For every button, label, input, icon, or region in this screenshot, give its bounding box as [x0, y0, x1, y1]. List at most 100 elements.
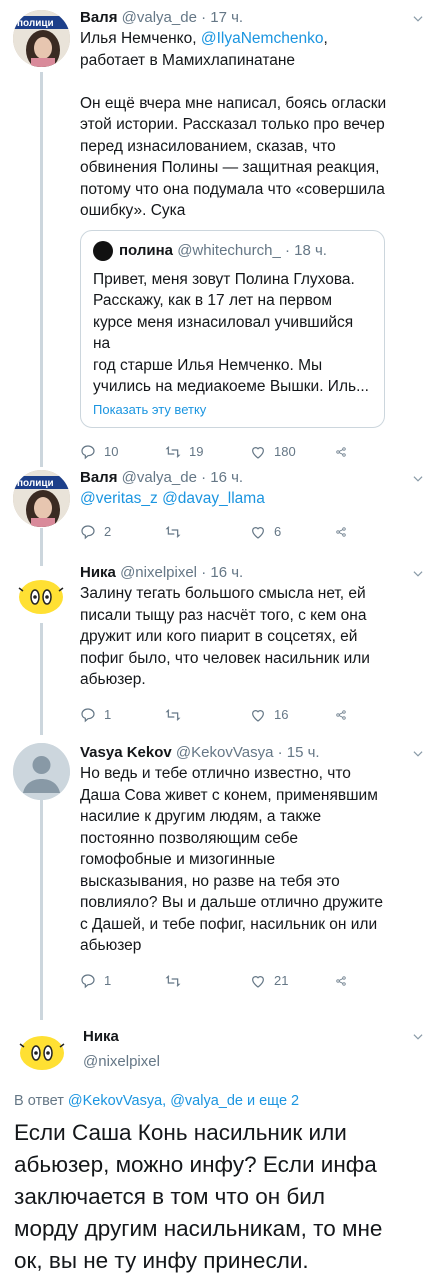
like-count: 6 [274, 524, 282, 539]
text-segment: потому что она подумала что «совершила [80, 180, 385, 198]
main-tweet-author[interactable]: Ника @nixelpixel [83, 1028, 160, 1070]
heart-icon [252, 446, 264, 459]
reply-button[interactable]: 10 [80, 444, 165, 460]
quote-timestamp: 18 ч. [294, 242, 327, 259]
author-handle[interactable]: @nixelpixel [83, 1053, 160, 1070]
text-line: повлияло? Вы и дальше отлично дружите [80, 894, 383, 911]
chevron-down-icon[interactable] [411, 1030, 425, 1044]
text-line: гомофобные и мизогинные [80, 851, 276, 868]
reply-to-mentions[interactable]: @KekovVasya, @valya_de и еще 2 [68, 1093, 299, 1109]
text-line: ок, вы не ту инфу принесли. [14, 1248, 309, 1273]
avatar[interactable] [14, 1022, 71, 1079]
share-icon [336, 526, 346, 537]
tweet-actions: 1 21 [80, 971, 383, 991]
retweet-icon [165, 708, 181, 721]
retweet-count: 19 [189, 444, 204, 459]
author-name[interactable]: Vasya Kekov [80, 744, 172, 761]
tweet[interactable]: Vasya Kekov @KekovVasya · 15 ч. Но ведь … [0, 743, 423, 991]
timestamp[interactable]: 16 ч. [210, 564, 243, 581]
text-segment: Илья Немченко, [80, 30, 201, 47]
retweet-button[interactable]: 19 [165, 444, 250, 460]
author-handle[interactable]: @nixelpixel [120, 564, 197, 581]
tweet-text: Илья Немченко, @IlyaNemchenko, работает в… [80, 28, 386, 222]
text-line: морду другим насильникам, то мне [14, 1216, 383, 1241]
text-line: абьюзер [80, 937, 142, 954]
like-button[interactable]: 6 [250, 524, 335, 540]
mention-link[interactable]: @IlyaNemchenko [201, 30, 324, 47]
like-count: 16 [274, 707, 289, 722]
text-line: перед изнасилованием, сказав, что [80, 136, 386, 158]
tweet-actions: 10 19 180 [80, 442, 386, 462]
share-icon [336, 446, 346, 457]
tweet-mentions[interactable]: @veritas_z @davay_llama [80, 488, 355, 510]
text-segment: Он ещё вчера мне написал, боясь огласки [80, 94, 387, 112]
tweet-actions: 1 16 [80, 705, 370, 725]
timestamp[interactable]: 15 ч. [287, 744, 320, 761]
chevron-down-icon[interactable] [411, 472, 425, 486]
quote-text: Привет, меня зовут Полина Глухова. Расск… [93, 269, 372, 398]
chevron-down-icon[interactable] [411, 12, 425, 26]
tweet-header: Vasya Kekov @KekovVasya · 15 ч. [80, 744, 320, 761]
reply-button[interactable]: 1 [80, 707, 165, 723]
tweet-header: Валя @valya_de · 17 ч. [80, 9, 244, 26]
show-thread-link[interactable]: Показать эту ветку [93, 402, 372, 417]
author-handle[interactable]: @valya_de [122, 469, 197, 486]
chevron-down-icon[interactable] [411, 567, 425, 581]
chevron-down-icon[interactable] [411, 747, 425, 761]
share-icon [336, 975, 346, 986]
quote-avatar [93, 240, 113, 261]
author-handle[interactable]: @KekovVasya [176, 744, 274, 761]
timestamp[interactable]: 17 ч. [210, 9, 243, 26]
timestamp[interactable]: 16 ч. [210, 469, 243, 486]
author-name[interactable]: Ника [83, 1028, 160, 1045]
retweet-button[interactable] [165, 707, 250, 723]
text-line: Он ещё вчера мне написал, боясь огласки [80, 93, 386, 115]
text-line [80, 71, 386, 93]
share-button[interactable] [335, 973, 355, 989]
like-button[interactable]: 180 [250, 444, 335, 460]
author-name[interactable]: Валя [80, 9, 117, 26]
author-handle[interactable]: @valya_de [122, 9, 197, 26]
quoted-tweet[interactable]: полина @whitechurch_ · 18 ч. Привет, мен… [80, 229, 385, 428]
main-tweet-text: Если Саша Конь насильник или абьюзер, мо… [14, 1117, 429, 1277]
tweet[interactable]: Ника @nixelpixel · 16 ч. Залину тегать б… [0, 563, 410, 725]
text-line: абьюзер, можно инфу? Если инфа [14, 1152, 377, 1177]
text-line: обвинения Полины — защитная реакция, [80, 157, 386, 179]
reply-icon [81, 444, 95, 459]
like-button[interactable]: 16 [250, 707, 335, 723]
text-line: Залину тегать большого смысла нет, ей [80, 585, 366, 602]
quote-line: Привет, меня зовут Полина Глухова. [93, 270, 355, 288]
share-icon [336, 709, 346, 720]
share-button[interactable] [335, 444, 355, 460]
reply-button[interactable]: 2 [80, 524, 165, 540]
reply-icon [81, 973, 95, 988]
reply-button[interactable]: 1 [80, 973, 165, 989]
reply-icon [81, 707, 95, 722]
tweet[interactable]: Валя @valya_de · 17 ч. Илья Немченко, @I… [0, 8, 426, 462]
like-count: 180 [274, 444, 296, 459]
text-line: писали тыщу раз насчёт того, с кем она [80, 606, 367, 624]
text-line: пофиг было, что человек насильник или [80, 649, 370, 667]
quote-line: учились на медиакоеме Вышки. Иль... [93, 378, 369, 395]
retweet-button[interactable] [165, 524, 250, 540]
text-line: дружит или кого пиарит в соцсетях, ей [80, 628, 358, 645]
quote-line: год старше Илья Немченко. Мы [93, 356, 323, 374]
tweet-header: Валя @valya_de · 16 ч. [80, 469, 244, 486]
retweet-icon [165, 445, 181, 458]
retweet-button[interactable] [165, 973, 250, 989]
heart-icon [252, 975, 264, 988]
text-segment: ошибку». Сука [80, 202, 186, 219]
author-name[interactable]: Ника [80, 564, 116, 581]
share-button[interactable] [335, 524, 355, 540]
quote-author-handle: @whitechurch_ [177, 242, 281, 259]
text-segment: работает в Мамихлапинатане [80, 51, 296, 69]
text-line: ошибку». Сука [80, 200, 386, 222]
like-button[interactable]: 21 [250, 973, 335, 989]
text-line: с Дашей, и тебе пофиг, насильник он или [80, 915, 378, 933]
text-line: заключается в том что он бил [14, 1184, 325, 1209]
reply-icon [81, 524, 95, 539]
tweet[interactable]: Валя @valya_de · 16 ч. @veritas_z @davay… [0, 468, 395, 542]
share-button[interactable] [335, 707, 355, 723]
author-name[interactable]: Валя [80, 469, 117, 486]
like-count: 21 [274, 973, 289, 988]
